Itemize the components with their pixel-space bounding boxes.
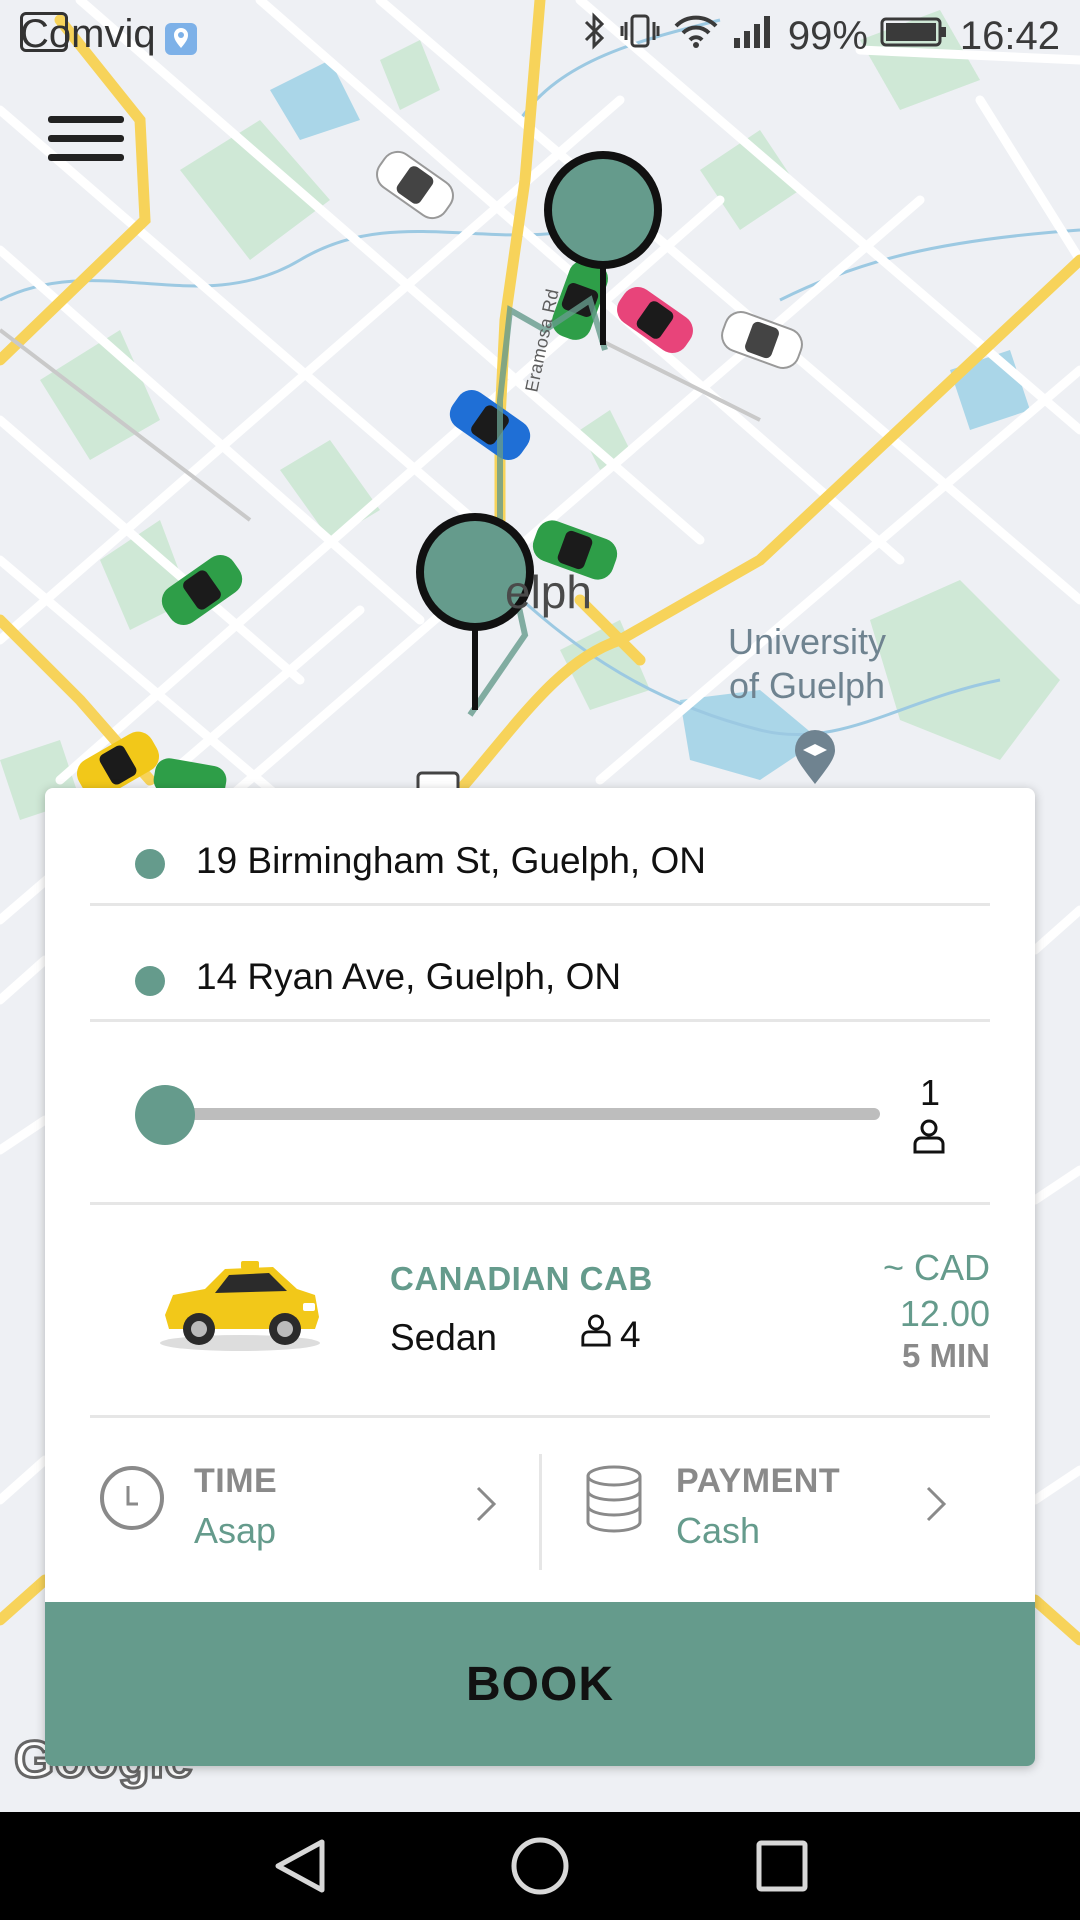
university-label-line2: of Guelph [728,665,886,706]
status-bar: Comviq 99% 16:42 [0,0,1080,72]
person-icon [580,1313,612,1356]
hamburger-icon[interactable] [48,116,124,172]
cab-price: ~ CAD 12.00 [790,1245,990,1337]
bluetooth-icon [582,12,608,60]
battery-percent: 99% [787,13,868,58]
clock-icon [98,1464,166,1537]
cab-seat-count: 4 [620,1313,641,1355]
database-icon [584,1464,644,1539]
dropoff-row[interactable]: 14 Ryan Ave, Guelph, ON [90,904,990,1022]
triangle-back-icon[interactable] [272,1836,328,1901]
passenger-slider-track[interactable] [140,1108,880,1120]
signal-icon [732,12,776,60]
cab-price-amount: 12.00 [899,1293,990,1334]
pickup-dot-icon [135,849,165,879]
payment-label: PAYMENT [676,1462,841,1500]
pickup-row[interactable]: 19 Birmingham St, Guelph, ON [90,788,990,906]
payment-value: Cash [676,1510,761,1551]
passenger-slider-thumb[interactable] [135,1085,195,1145]
time-option[interactable]: TIME Asap [90,1418,540,1586]
passenger-count: 1 [919,1072,941,1113]
circle-home-icon[interactable] [510,1836,570,1901]
cab-company-name: CANADIAN CAB [390,1260,653,1297]
time-label: TIME [194,1462,278,1500]
booking-panel: 19 Birmingham St, Guelph, ON 14 Ryan Ave… [45,788,1035,1766]
navigation-bar [0,1812,1080,1920]
carrier-name: Comviq [20,12,156,56]
dropoff-address: 14 Ryan Ave, Guelph, ON [196,956,622,997]
wifi-icon [672,12,720,60]
taxi-car-icon [155,1245,325,1360]
cab-price-currency: ~ CAD [882,1247,990,1288]
time-value: Asap [194,1510,277,1551]
chevron-right-icon [924,1484,948,1529]
cab-eta: 5 MIN [901,1337,990,1374]
pickup-address: 19 Birmingham St, Guelph, ON [196,840,706,881]
book-button[interactable]: BOOK [45,1602,1035,1766]
cab-type: Sedan [390,1317,497,1358]
status-icons: 99% 16:42 [582,12,1060,60]
payment-option[interactable]: PAYMENT Cash [544,1418,990,1586]
city-label: elph [505,566,592,618]
location-icon [164,22,198,61]
options-row: TIME Asap PAYMENT Cash [90,1418,990,1586]
battery-icon [880,14,948,59]
university-label-line1: University [728,621,887,662]
university-label: University of Guelph [728,620,886,708]
app-screen: Eramosa Rd elph University of Guelph Goo… [0,0,1080,1920]
passenger-row: 1 [90,1022,990,1205]
chevron-right-icon [474,1484,498,1529]
options-divider [539,1454,542,1570]
cab-seats: 4 [580,1313,641,1356]
vibrate-icon [620,12,660,60]
clock-time: 16:42 [959,13,1060,58]
person-icon [912,1118,946,1159]
square-recents-icon[interactable] [754,1836,810,1901]
cab-option-row[interactable]: CANADIAN CAB Sedan 4 ~ CAD 12.00 5 MIN [90,1205,990,1418]
dropoff-dot-icon [135,966,165,996]
